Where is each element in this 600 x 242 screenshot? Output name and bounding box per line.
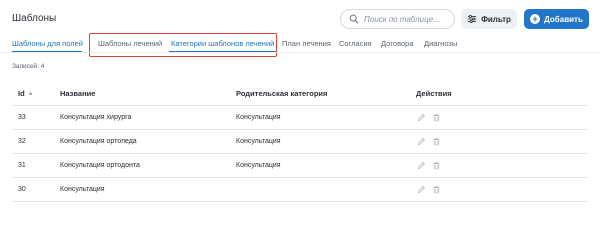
trash-icon[interactable] — [432, 185, 441, 194]
cell-parent: Консультация — [236, 138, 281, 145]
cell-parent: Консультация — [236, 114, 281, 121]
column-header-name: Название — [60, 89, 96, 98]
add-button-label: Добавить — [544, 14, 583, 24]
cell-name: Консультация — [60, 186, 105, 193]
sort-arrow-icon[interactable]: ▲ — [28, 91, 34, 97]
column-header-parent: Родительская категория — [236, 89, 328, 98]
cell-name: Консультация хирурга — [60, 114, 132, 121]
row-actions — [417, 185, 441, 194]
row-actions — [417, 137, 441, 146]
tab-diagnoses[interactable]: Диагнозы — [424, 38, 457, 52]
table-row: 30 Консультация — [12, 178, 588, 202]
tab-contracts[interactable]: Договора — [381, 38, 414, 52]
pencil-icon[interactable] — [417, 137, 426, 146]
page-title: Шаблоны — [12, 13, 57, 24]
tab-field-templates[interactable]: Шаблоны для полей — [12, 38, 83, 52]
tab-treatment-plan[interactable]: План лечения — [282, 38, 331, 52]
trash-icon[interactable] — [432, 137, 441, 146]
cell-id: 31 — [18, 162, 26, 169]
trash-icon[interactable] — [432, 113, 441, 122]
trash-icon[interactable] — [432, 161, 441, 170]
table-header: Id ▲ Название Родительская категория Дей… — [12, 82, 588, 106]
tabs-divider — [0, 52, 600, 53]
pencil-icon[interactable] — [417, 113, 426, 122]
search-icon — [349, 14, 359, 24]
pencil-icon[interactable] — [417, 185, 426, 194]
cell-id: 32 — [18, 138, 26, 145]
column-header-id[interactable]: Id ▲ — [18, 89, 34, 98]
row-actions — [417, 161, 441, 170]
pencil-icon[interactable] — [417, 161, 426, 170]
table-row: 32 Консультация ортопеда Консультация — [12, 130, 588, 154]
table-row: 31 Консультация ортодонта Консультация — [12, 154, 588, 178]
column-header-id-label: Id — [18, 89, 25, 98]
tab-consents[interactable]: Согласия — [339, 38, 372, 52]
plus-icon: + — [530, 14, 541, 24]
cell-id: 30 — [18, 186, 26, 193]
filter-button-label: Фильтр — [481, 14, 511, 24]
categories-table: Id ▲ Название Родительская категория Дей… — [12, 82, 588, 202]
cell-id: 33 — [18, 114, 26, 121]
highlight-frame — [89, 33, 277, 57]
add-button[interactable]: + Добавить — [524, 9, 589, 29]
filter-button[interactable]: Фильтр — [461, 9, 517, 29]
cell-name: Консультация ортодонта — [60, 162, 140, 169]
table-row: 33 Консультация хирурга Консультация — [12, 106, 588, 130]
records-count: Записей: 4 — [12, 63, 45, 70]
cell-name: Консультация ортопеда — [60, 138, 137, 145]
sliders-icon — [467, 15, 477, 23]
search-input[interactable] — [364, 14, 454, 24]
search-box[interactable] — [340, 9, 455, 29]
cell-parent: Консультация — [236, 162, 281, 169]
column-header-actions: Действия — [416, 89, 452, 98]
tabs-bar: Шаблоны для полей Шаблоны лечений Катего… — [12, 38, 457, 52]
row-actions — [417, 113, 441, 122]
